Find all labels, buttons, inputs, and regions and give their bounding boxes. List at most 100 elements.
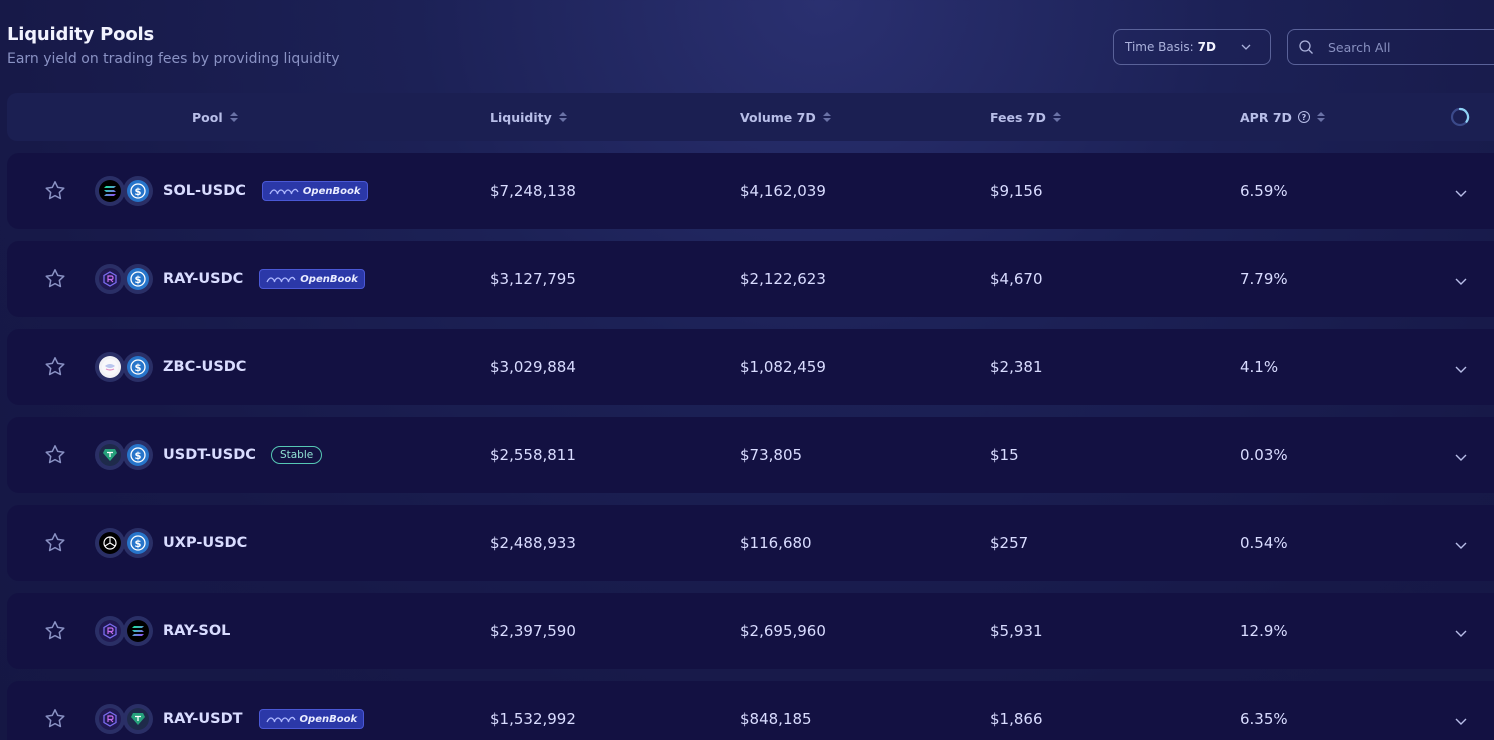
pool-row[interactable]: $ RAY-USDC OpenBook $3,127,795 $2,122,62… (7, 241, 1494, 317)
badge-label: OpenBook (299, 713, 358, 725)
pool-row[interactable]: $ ZBC-USDC $3,029,884 $1,082,459 $2,381 … (7, 329, 1494, 405)
expand-chevron-icon[interactable] (1454, 625, 1468, 637)
column-header-volume[interactable]: Volume 7D (740, 93, 831, 141)
volume-value: $2,695,960 (740, 622, 826, 640)
fees-value: $257 (990, 534, 1029, 552)
favorite-star-icon[interactable] (43, 531, 67, 555)
column-header-pool[interactable]: Pool (192, 93, 238, 141)
token-pair-icons: $ (95, 352, 155, 382)
uxp-token-icon (95, 528, 125, 558)
svg-text:$: $ (135, 539, 142, 550)
usdt-token-icon (123, 704, 153, 734)
pool-name: SOL-USDC (163, 183, 246, 199)
favorite-star-icon[interactable] (43, 707, 67, 731)
svg-text:$: $ (135, 275, 142, 286)
search-icon (1299, 40, 1313, 54)
pool-row[interactable]: RAY-SOL $2,397,590 $2,695,960 $5,931 12.… (7, 593, 1494, 669)
svg-text:$: $ (135, 363, 142, 374)
pool-name: ZBC-USDC (163, 359, 247, 375)
pool-row[interactable]: $ SOL-USDC OpenBook $7,248,138 $4,162,03… (7, 153, 1494, 229)
token-pair-icons: $ (95, 528, 155, 558)
apr-value: 0.03% (1240, 446, 1288, 464)
openbook-logo-icon (265, 713, 300, 726)
apr-value: 7.79% (1240, 270, 1288, 288)
page-title: Liquidity Pools (7, 24, 154, 45)
expand-chevron-icon[interactable] (1454, 449, 1468, 461)
help-icon[interactable]: ? (1297, 111, 1310, 123)
favorite-star-icon[interactable] (43, 619, 67, 643)
apr-value: 12.9% (1240, 622, 1288, 640)
usdt-token-icon (95, 440, 125, 470)
expand-chevron-icon[interactable] (1454, 537, 1468, 549)
column-label-liquidity: Liquidity (490, 109, 552, 125)
usdc-token-icon: $ (123, 264, 153, 294)
pool-row[interactable]: RAY-USDT OpenBook $1,532,992 $848,185 $1… (7, 681, 1494, 740)
openbook-logo-icon (266, 273, 300, 286)
liquidity-value: $2,397,590 (490, 622, 576, 640)
stable-badge: Stable (270, 446, 323, 464)
token-pair-icons: $ (95, 440, 155, 470)
refresh-icon[interactable] (1450, 107, 1470, 127)
favorite-star-icon[interactable] (43, 443, 67, 467)
sort-icon (229, 112, 238, 122)
column-header-liquidity[interactable]: Liquidity (490, 93, 567, 141)
token-pair-icons (95, 616, 155, 646)
liquidity-value: $3,029,884 (490, 358, 576, 376)
svg-text:$: $ (135, 187, 142, 198)
page-subtitle: Earn yield on trading fees by providing … (7, 51, 340, 67)
openbook-logo-icon (269, 185, 303, 198)
expand-chevron-icon[interactable] (1454, 713, 1468, 725)
pool-row[interactable]: $ UXP-USDC $2,488,933 $116,680 $257 0.54… (7, 505, 1494, 581)
liquidity-value: $3,127,795 (490, 270, 576, 288)
openbook-badge: OpenBook (258, 709, 365, 729)
column-header-apr[interactable]: APR 7D ? (1240, 93, 1325, 141)
time-basis-label: Time Basis: (1125, 40, 1194, 54)
favorite-star-icon[interactable] (43, 267, 67, 291)
liquidity-value: $2,558,811 (490, 446, 576, 464)
time-basis-dropdown[interactable]: Time Basis: 7D (1113, 29, 1271, 65)
sol-token-icon (95, 176, 125, 206)
token-pair-icons: $ (95, 264, 155, 294)
pool-name-cell: UXP-USDC (163, 505, 247, 581)
ray-token-icon (95, 704, 125, 734)
pool-name: RAY-SOL (163, 623, 231, 639)
expand-chevron-icon[interactable] (1454, 185, 1468, 197)
ray-token-icon (95, 264, 125, 294)
pool-name-cell: RAY-USDT OpenBook (163, 681, 365, 740)
pool-name-cell: USDT-USDC Stable (163, 417, 323, 493)
sort-icon (822, 112, 831, 122)
apr-value: 6.35% (1240, 710, 1288, 728)
pool-row[interactable]: $ USDT-USDC Stable $2,558,811 $73,805 $1… (7, 417, 1494, 493)
pool-name-cell: SOL-USDC OpenBook (163, 153, 368, 229)
fees-value: $9,156 (990, 182, 1043, 200)
fees-value: $1,866 (990, 710, 1043, 728)
sort-icon (558, 112, 567, 122)
svg-text:$: $ (135, 451, 142, 462)
openbook-badge: OpenBook (261, 181, 368, 201)
sort-icon (1052, 112, 1061, 122)
badge-label: OpenBook (300, 273, 358, 285)
search-box[interactable] (1287, 29, 1494, 65)
liquidity-value: $7,248,138 (490, 182, 576, 200)
column-label-volume: Volume 7D (740, 109, 816, 125)
column-header-fees[interactable]: Fees 7D (990, 93, 1061, 141)
search-input[interactable] (1328, 39, 1478, 55)
chevron-down-icon (1241, 44, 1251, 50)
zbc-token-icon (95, 352, 125, 382)
column-label-pool: Pool (192, 109, 223, 125)
liquidity-value: $1,532,992 (490, 710, 576, 728)
sort-icon (1316, 112, 1325, 122)
fees-value: $2,381 (990, 358, 1043, 376)
favorite-star-icon[interactable] (43, 179, 67, 203)
usdc-token-icon: $ (123, 440, 153, 470)
favorite-star-icon[interactable] (43, 355, 67, 379)
pool-name-cell: RAY-SOL (163, 593, 230, 669)
expand-chevron-icon[interactable] (1454, 273, 1468, 285)
token-pair-icons: $ (95, 176, 155, 206)
expand-chevron-icon[interactable] (1454, 361, 1468, 373)
volume-value: $73,805 (740, 446, 803, 464)
liquidity-value: $2,488,933 (490, 534, 576, 552)
usdc-token-icon: $ (123, 352, 153, 382)
badge-label: OpenBook (302, 185, 361, 197)
column-label-apr: APR 7D (1240, 109, 1292, 125)
